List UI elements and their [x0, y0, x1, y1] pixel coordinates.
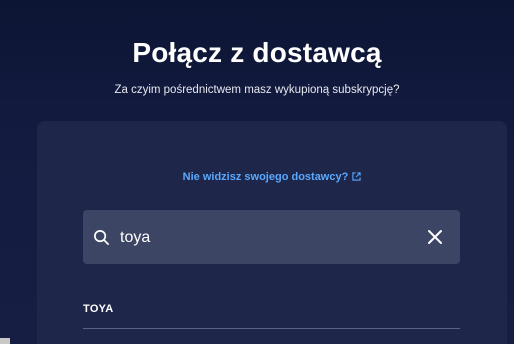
scrollbar — [0, 338, 10, 344]
missing-provider-link[interactable]: Nie widzisz swojego dostawcy? — [37, 170, 507, 185]
page-title: Połącz z dostawcą — [132, 37, 382, 68]
provider-search — [83, 210, 460, 264]
close-icon[interactable] — [427, 229, 443, 250]
search-icon — [93, 229, 110, 251]
external-link-icon — [352, 171, 361, 185]
page-subtitle: Za czyim pośrednictwem masz wykupioną su… — [114, 84, 400, 96]
result-label: TOYA — [83, 303, 114, 315]
list-item[interactable]: TOYA — [83, 296, 460, 329]
missing-provider-link-label: Nie widzisz swojego dostawcy? — [182, 171, 349, 183]
provider-screen: Połącz z dostawcą Za czyim pośrednictwem… — [0, 0, 514, 344]
search-input[interactable] — [118, 224, 412, 252]
provider-card: Nie widzisz swojego dostawcy? TOYA — [37, 121, 507, 344]
